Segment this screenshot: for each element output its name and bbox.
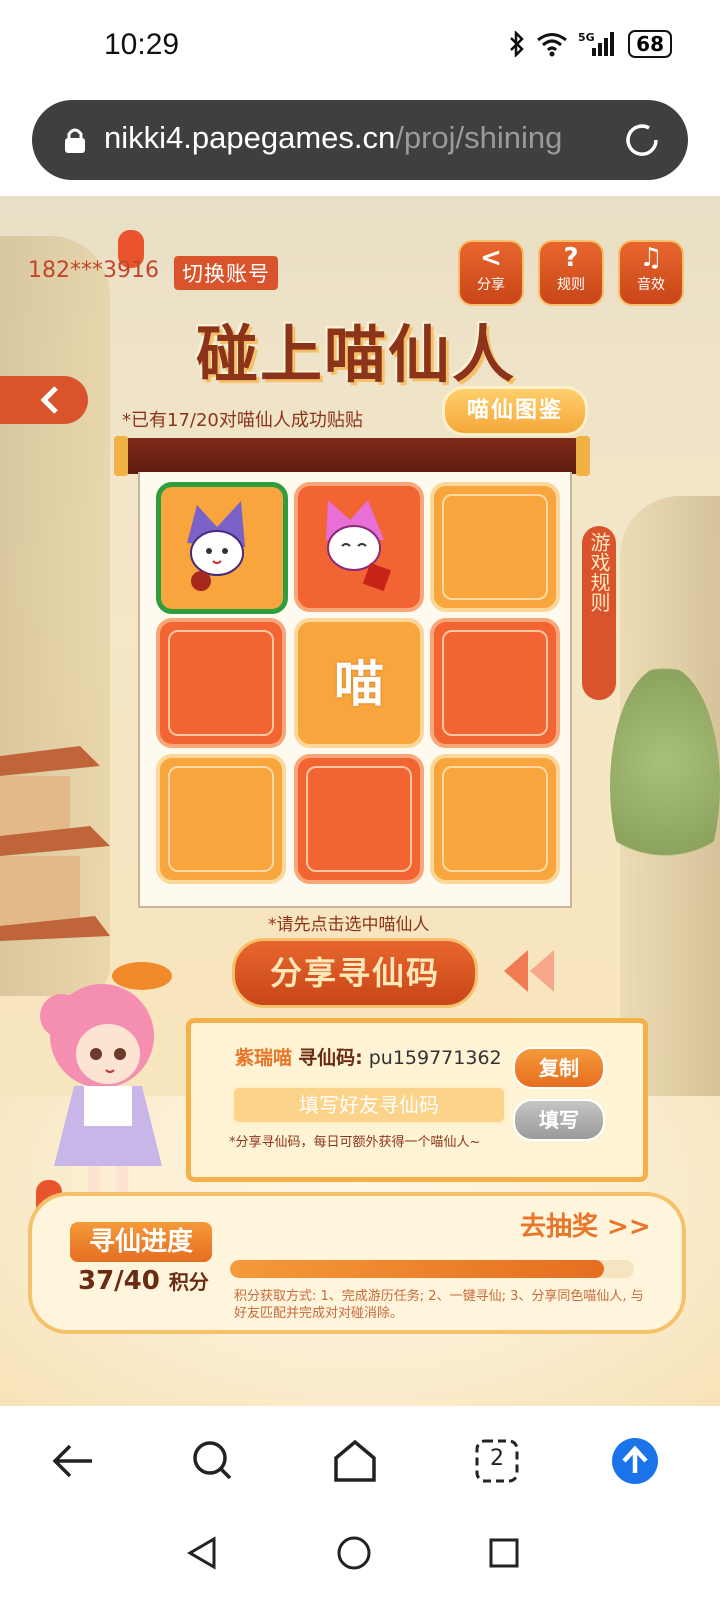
lock-icon (65, 128, 85, 153)
pair-progress-note: *已有17/20对喵仙人成功贴贴 (122, 410, 363, 431)
battery-indicator: 68 (628, 30, 672, 58)
music-icon: ♫ (639, 243, 663, 273)
select-hint: *请先点击选中喵仙人 (268, 915, 430, 935)
game-area: 182***3916 切换账号 < 分享 ? 规则 ♫ 音效 碰上喵仙人 *已有… (0, 196, 720, 1406)
rules-top-button[interactable]: ? 规则 (538, 240, 604, 306)
card-frame (442, 766, 548, 872)
grid-card-6[interactable] (430, 618, 560, 748)
progress-bar (230, 1260, 634, 1278)
clock: 10:29 (104, 28, 180, 61)
wifi-icon (537, 33, 568, 57)
tab-count: 2 (490, 1446, 504, 1471)
meow-label: 喵 (334, 655, 384, 713)
share-code-button[interactable]: 分享寻仙码 (232, 938, 478, 1008)
search-icon[interactable] (188, 1436, 238, 1486)
code-line: 紫瑞喵 寻仙码: pu159771362 (235, 1043, 502, 1070)
game-board: 喵 (138, 472, 572, 908)
rules-top-label: 规则 (557, 277, 585, 293)
double-arrow-left-icon (504, 950, 554, 992)
share-top-button[interactable]: < 分享 (458, 240, 524, 306)
card-frame (168, 630, 274, 736)
share-top-label: 分享 (477, 277, 505, 293)
progress-bar-fill (230, 1260, 604, 1278)
chevron-left-icon (40, 386, 58, 414)
upload-icon[interactable] (610, 1436, 660, 1486)
back-button[interactable] (0, 376, 88, 424)
points-rules: 积分获取方式: 1、完成游历任务; 2、一键寻仙; 3、分享同色喵仙人, 与好友… (234, 1289, 644, 1321)
card-frame (306, 766, 412, 872)
bluetooth-icon (510, 31, 524, 57)
grid-card-4[interactable] (156, 618, 286, 748)
sound-top-label: 音效 (637, 277, 665, 293)
cat-guide-button[interactable]: 喵仙图鉴 (442, 386, 588, 436)
grid-card-8[interactable] (294, 754, 424, 884)
url-domain: nikki4.papegames.cn (104, 120, 396, 155)
pagoda-illustration (0, 746, 110, 941)
game-rules-button[interactable]: 游戏规则 (582, 526, 616, 700)
score-display: 37/40 积分 (78, 1266, 209, 1296)
sound-top-button[interactable]: ♫ 音效 (618, 240, 684, 306)
card-frame (168, 766, 274, 872)
card-frame (442, 630, 548, 736)
score-value: 37/40 (78, 1266, 160, 1296)
score-unit: 积分 (168, 1270, 209, 1294)
fill-code-button[interactable]: 填写 (513, 1099, 605, 1141)
code-value: pu159771362 (368, 1047, 502, 1069)
browser-toolbar: 2 (0, 1406, 720, 1516)
grid-card-2[interactable] (294, 482, 424, 612)
nav-home-icon[interactable] (336, 1535, 372, 1571)
tabs-button[interactable]: 2 (472, 1436, 522, 1486)
address-bar[interactable]: nikki4.papegames.cn/proj/shining (32, 100, 688, 180)
copy-button[interactable]: 复制 (513, 1047, 605, 1089)
grid-card-9[interactable] (430, 754, 560, 884)
home-icon[interactable] (330, 1436, 380, 1486)
url-text[interactable]: nikki4.papegames.cn/proj/shining (104, 120, 624, 156)
game-rules-label: 游戏规则 (587, 532, 611, 612)
purple-cat-icon (187, 501, 245, 591)
status-icons: 5G 68 (508, 30, 672, 58)
grid-card-5[interactable]: 喵 (294, 618, 424, 748)
reload-icon[interactable] (622, 120, 662, 160)
nav-recents-icon[interactable] (488, 1537, 520, 1569)
system-navigation (0, 1516, 720, 1600)
share-icon: < (480, 243, 502, 273)
progress-panel: 寻仙进度 37/40 积分 去抽奖 >> 积分获取方式: 1、完成游历任务; 2… (28, 1192, 686, 1334)
grid-card-1[interactable] (156, 482, 288, 614)
cat-name: 紫瑞喵 (235, 1047, 293, 1069)
scroll-rod (114, 436, 590, 476)
pink-cat-icon (326, 500, 392, 592)
game-title: 碰上喵仙人 (196, 318, 517, 391)
account-id: 182***3916 (28, 258, 159, 283)
code-label: 寻仙码: (298, 1047, 363, 1069)
lottery-link[interactable]: 去抽奖 >> (520, 1206, 651, 1243)
grid-card-7[interactable] (156, 754, 286, 884)
back-icon[interactable] (48, 1436, 98, 1486)
tree-illustration (610, 666, 720, 906)
progress-label: 寻仙进度 (70, 1222, 212, 1262)
grid-card-3[interactable] (430, 482, 560, 612)
signal-icon: 5G (578, 31, 615, 56)
status-bar: 10:29 5G 68 (0, 0, 720, 96)
switch-account-button[interactable]: 切换账号 (174, 256, 278, 290)
character-illustration (40, 962, 172, 1196)
svg-text:5G: 5G (578, 31, 595, 44)
nav-back-icon[interactable] (186, 1536, 220, 1570)
card-frame (442, 494, 548, 600)
friend-code-input[interactable]: 填写好友寻仙码 (231, 1085, 507, 1125)
friend-code-panel: 紫瑞喵 寻仙码: pu159771362 复制 填写好友寻仙码 填写 *分享寻仙… (186, 1018, 648, 1182)
code-note: *分享寻仙码，每日可额外获得一个喵仙人~ (229, 1135, 481, 1150)
question-icon: ? (563, 243, 579, 273)
url-path: /proj/shining (395, 120, 563, 155)
